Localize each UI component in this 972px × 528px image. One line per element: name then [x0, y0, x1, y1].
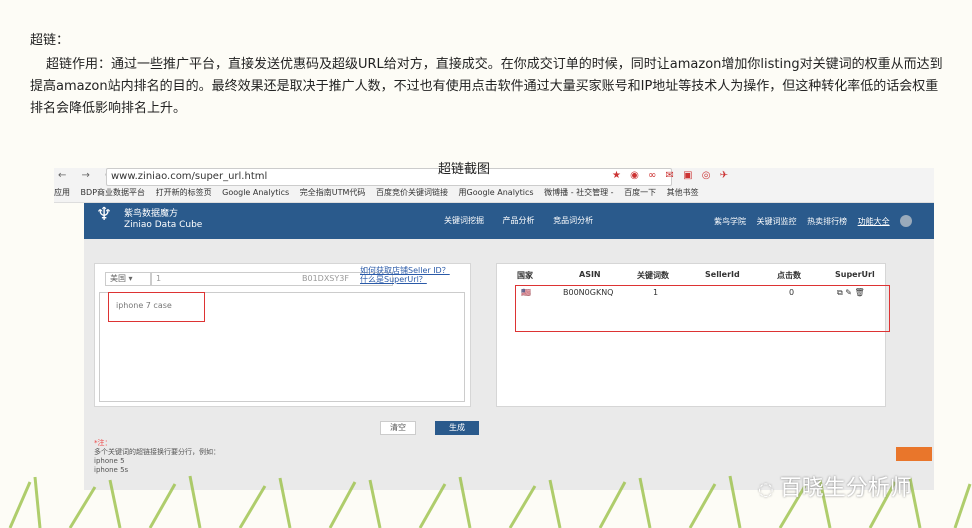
usage-note: *注： 多个关键词的超链接换行要分行，例如： iphone 5 iphone 5…	[94, 439, 220, 475]
bookmark-item[interactable]: BDP商业数据平台	[81, 188, 145, 197]
bookmark-item[interactable]: 百度一下	[624, 188, 656, 197]
article: 超链： 超链作用：通过一些推广平台，直接发送优惠码及超级URL给对方，直接成交。…	[30, 30, 950, 120]
avatar[interactable]	[900, 215, 913, 227]
bookmark-item[interactable]: 用Google Analytics	[459, 188, 534, 197]
bookmark-item[interactable]: 应用	[54, 188, 70, 197]
help-link-superurl[interactable]: 什么是SuperUrl？	[360, 275, 450, 284]
note-star: *注：	[94, 439, 112, 447]
bookmark-item[interactable]: 打开新的标签页	[156, 188, 212, 197]
bookmarks-bar: 应用 BDP商业数据平台 打开新的标签页 Google Analytics 完全…	[54, 187, 934, 201]
url-field[interactable]: www.ziniao.com/super_url.html	[106, 168, 672, 186]
help-link-seller-id[interactable]: 如何获取店铺Seller ID？	[360, 266, 450, 275]
address-bar: ← → C www.ziniao.com/super_url.html ★ ◉ …	[54, 168, 934, 186]
article-heading: 超链：	[30, 33, 70, 48]
keyword-asin-input[interactable]: 1 B01DXSY3F	[151, 272, 393, 286]
app-logo[interactable]: ♆ 紫鸟数据魔方 Ziniao Data Cube	[96, 204, 202, 231]
col-asin: ASIN	[579, 270, 601, 279]
bookmark-item[interactable]: Google Analytics	[222, 188, 289, 197]
asin-placeholder: B01DXSY3F	[302, 274, 349, 283]
keyword-prefix: 1	[156, 274, 162, 283]
col-superurl: SuperUrl	[835, 270, 875, 279]
extension-icons: ★ ◉ ∞ ✉ ▣ ◎ ✈	[612, 170, 732, 181]
country-select[interactable]: 美国 ▾	[105, 272, 151, 286]
app-nav: 关键词挖掘 产品分析 竞品词分析	[444, 215, 609, 226]
app-body: 美国 ▾ 1 B01DXSY3F 如何获取店铺Seller ID？ 什么是Sup…	[84, 239, 934, 490]
app-header: ♆ 紫鸟数据魔方 Ziniao Data Cube 关键词挖掘 产品分析 竞品词…	[84, 203, 934, 239]
nav-item[interactable]: 紫鸟学院	[714, 217, 746, 226]
bird-logo-icon: ♆	[96, 204, 113, 225]
bookmark-item[interactable]: 百度竞价关键词链接	[376, 188, 448, 197]
generate-button[interactable]: 生成	[435, 421, 479, 435]
bookmark-item[interactable]: 完全指南UTM代码	[300, 188, 366, 197]
highlight-box	[515, 285, 890, 332]
col-seller-id: SellerId	[705, 270, 740, 279]
browser-chrome: ← → C www.ziniao.com/super_url.html ★ ◉ …	[54, 168, 934, 203]
nav-item[interactable]: 功能大全	[858, 217, 890, 226]
embedded-screenshot: 超链截图 ← → C www.ziniao.com/super_url.html…	[54, 160, 934, 490]
nav-item[interactable]: 关键词挖掘	[444, 216, 484, 225]
article-paragraph: 超链作用：通过一些推广平台，直接发送优惠码及超级URL给对方，直接成交。在你成交…	[30, 57, 943, 116]
wechat-icon: ◌	[758, 479, 774, 500]
note-line: 多个关键词的超链接换行要分行，例如：	[94, 448, 220, 456]
help-links: 如何获取店铺Seller ID？ 什么是SuperUrl？	[360, 266, 450, 284]
note-line: iphone 5	[94, 457, 125, 465]
bookmark-item[interactable]: 微博播 - 社交管理 -	[544, 188, 613, 197]
bookmark-item[interactable]: 其他书签	[667, 188, 699, 197]
nav-item[interactable]: 产品分析	[503, 216, 535, 225]
col-country: 国家	[517, 271, 533, 280]
nav-item[interactable]: 竞品词分析	[553, 216, 593, 225]
clear-button[interactable]: 清空	[380, 421, 416, 435]
watermark-text: 百晓生分析师	[779, 476, 912, 501]
watermark: ◌ 百晓生分析师	[758, 470, 912, 502]
input-panel: 美国 ▾ 1 B01DXSY3F 如何获取店铺Seller ID？ 什么是Sup…	[94, 263, 471, 407]
nav-item[interactable]: 热卖排行榜	[807, 217, 847, 226]
nav-item[interactable]: 关键词监控	[757, 217, 797, 226]
screenshot-caption: 超链截图	[438, 162, 491, 177]
highlight-box	[108, 292, 205, 322]
app-nav-right: 紫鸟学院 关键词监控 热卖排行榜 功能大全	[714, 215, 920, 227]
col-kw-count: 关键词数	[637, 271, 669, 280]
results-panel: 国家 ASIN 关键词数 SellerId 点击数 SuperUrl 🇺🇸 B0…	[496, 263, 890, 407]
col-clicks: 点击数	[777, 271, 801, 280]
feedback-tag[interactable]	[896, 447, 932, 461]
